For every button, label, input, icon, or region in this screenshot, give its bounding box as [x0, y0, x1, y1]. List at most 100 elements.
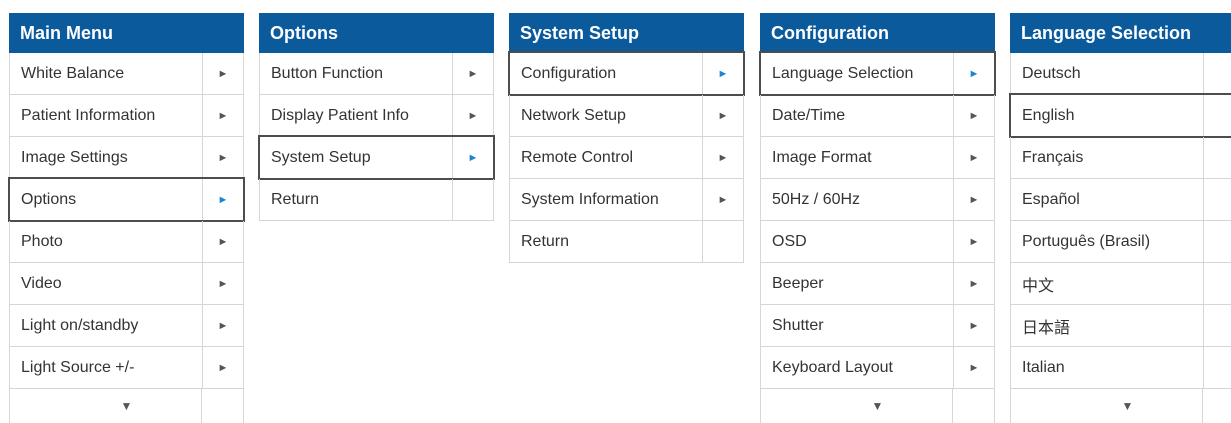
menu-item-label: Return	[271, 190, 320, 208]
chevron-right-icon: ►	[202, 305, 243, 346]
chevron-right-icon: ►	[702, 179, 743, 220]
system-setup-item-remote-control[interactable]: Remote Control ►	[509, 137, 744, 179]
menu-item-label: Light Source +/-	[21, 358, 135, 376]
chevron-right-icon: ►	[953, 347, 994, 388]
menu-item-label: Button Function	[271, 64, 384, 82]
empty-cell	[702, 221, 743, 262]
menu-item-label: Network Setup	[521, 106, 626, 124]
chevron-right-icon: ►	[953, 221, 994, 262]
menu-item-label: Beeper	[772, 274, 824, 292]
chevron-right-icon: ►	[452, 137, 493, 178]
configuration-item-shutter[interactable]: Shutter ►	[760, 305, 995, 347]
menu-item-label: System Information	[521, 190, 659, 208]
main-menu-scroll-down[interactable]: ▼	[9, 389, 244, 423]
system-setup-item-network-setup[interactable]: Network Setup ►	[509, 95, 744, 137]
menu-item-label: Shutter	[772, 316, 824, 334]
chevron-right-icon: ►	[953, 305, 994, 346]
options-item-system-setup[interactable]: System Setup ►	[258, 135, 495, 180]
chevron-down-icon: ▼	[1121, 399, 1134, 413]
main-menu-item-light-source[interactable]: Light Source +/- ►	[9, 347, 244, 389]
menu-item-label: Video	[21, 274, 62, 292]
language-selection-item-espa-ol[interactable]: Español	[1010, 179, 1231, 221]
menu-item-label: Italian	[1022, 358, 1065, 376]
main-menu-item-image-settings[interactable]: Image Settings ►	[9, 137, 244, 179]
language-selection-item-fran-ais[interactable]: Français	[1010, 137, 1231, 179]
system-setup-item-return[interactable]: Return	[509, 221, 744, 263]
main-menu-item-white-balance[interactable]: White Balance ►	[9, 53, 244, 95]
system-setup-item-configuration[interactable]: Configuration ►	[508, 51, 745, 96]
configuration-header: Configuration	[760, 13, 995, 53]
configuration-item-image-format[interactable]: Image Format ►	[760, 137, 995, 179]
configuration-item-50hz-60hz[interactable]: 50Hz / 60Hz ►	[760, 179, 995, 221]
menu-item-label: English	[1022, 106, 1075, 124]
menu-item-label: Keyboard Layout	[772, 358, 893, 376]
empty-cell	[1203, 179, 1231, 220]
language-selection-item-item-6[interactable]: 日本語	[1010, 305, 1231, 347]
menu-item-label: Photo	[21, 232, 63, 250]
menu-item-label: 50Hz / 60Hz	[772, 190, 861, 208]
chevron-right-icon: ►	[202, 95, 243, 136]
system-setup-menu: System Setup Configuration ► Network Setup ►…	[508, 13, 745, 263]
menu-item-label: Deutsch	[1022, 64, 1081, 82]
menu-item-label: Español	[1022, 190, 1080, 208]
menu-item-label: Return	[521, 232, 570, 250]
chevron-right-icon: ►	[202, 179, 243, 220]
chevron-right-icon: ►	[202, 53, 243, 94]
options-item-return[interactable]: Return	[259, 179, 494, 221]
chevron-right-icon: ►	[953, 95, 994, 136]
empty-cell	[1203, 263, 1231, 304]
menu-item-label: Options	[21, 190, 77, 208]
configuration-item-beeper[interactable]: Beeper ►	[760, 263, 995, 305]
options-item-button-function[interactable]: Button Function ►	[259, 53, 494, 95]
menu-item-label: System Setup	[271, 148, 371, 166]
chevron-right-icon: ►	[202, 221, 243, 262]
main-menu-item-light-on-standby[interactable]: Light on/standby ►	[9, 305, 244, 347]
menu-item-label: Português (Brasil)	[1022, 232, 1151, 250]
empty-cell	[1203, 221, 1231, 262]
configuration-item-keyboard-layout[interactable]: Keyboard Layout ►	[760, 347, 995, 389]
main-menu-menu: Main Menu White Balance ► Patient Informati…	[8, 13, 245, 423]
menu-item-label: Patient Information	[21, 106, 156, 124]
menu-item-label: OSD	[772, 232, 807, 250]
chevron-right-icon: ►	[953, 53, 994, 94]
main-menu-item-options[interactable]: Options ►	[8, 177, 245, 222]
menu-item-label: 日本語	[1022, 319, 1071, 337]
options-item-display-patient-info[interactable]: Display Patient Info ►	[259, 95, 494, 137]
chevron-right-icon: ►	[953, 263, 994, 304]
system-setup-item-system-information[interactable]: System Information ►	[509, 179, 744, 221]
language-selection-item-english[interactable]: English	[1009, 93, 1231, 138]
empty-cell	[1203, 347, 1231, 388]
language-selection-item-italian[interactable]: Italian	[1010, 347, 1231, 389]
main-menu-item-video[interactable]: Video ►	[9, 263, 244, 305]
menu-item-label: Light on/standby	[21, 316, 139, 334]
menu-item-label: 中文	[1022, 277, 1055, 295]
configuration-item-date-time[interactable]: Date/Time ►	[760, 95, 995, 137]
system-setup-header: System Setup	[509, 13, 744, 53]
chevron-right-icon: ►	[702, 137, 743, 178]
chevron-right-icon: ►	[953, 137, 994, 178]
menu-item-label: Configuration	[521, 64, 617, 82]
language-selection-item-item-5[interactable]: 中文	[1010, 263, 1231, 305]
menu-item-label: Français	[1022, 148, 1084, 166]
chevron-right-icon: ►	[702, 53, 743, 94]
main-menu-item-patient-information[interactable]: Patient Information ►	[9, 95, 244, 137]
chevron-right-icon: ►	[452, 53, 493, 94]
language-selection-item-deutsch[interactable]: Deutsch	[1010, 53, 1231, 95]
configuration-item-language-selection[interactable]: Language Selection ►	[759, 51, 996, 96]
options-menu: Options Button Function ► Display Patient I…	[258, 13, 495, 221]
empty-cell	[1203, 305, 1231, 346]
language-selection-item-portugu-s-brasil[interactable]: Português (Brasil)	[1010, 221, 1231, 263]
main-menu-item-photo[interactable]: Photo ►	[9, 221, 244, 263]
language-selection-scroll-down[interactable]: ▼	[1010, 389, 1231, 423]
chevron-right-icon: ►	[202, 137, 243, 178]
options-header: Options	[259, 13, 494, 53]
chevron-right-icon: ►	[953, 179, 994, 220]
configuration-scroll-down[interactable]: ▼	[760, 389, 995, 423]
empty-cell	[1203, 137, 1231, 178]
menu-item-label: Image Settings	[21, 148, 128, 166]
configuration-item-osd[interactable]: OSD ►	[760, 221, 995, 263]
empty-cell	[452, 179, 493, 220]
menu-item-label: Date/Time	[772, 106, 846, 124]
language-selection-menu: Language Selection Deutsch English Français…	[1009, 13, 1231, 423]
main-menu-header: Main Menu	[9, 13, 244, 53]
